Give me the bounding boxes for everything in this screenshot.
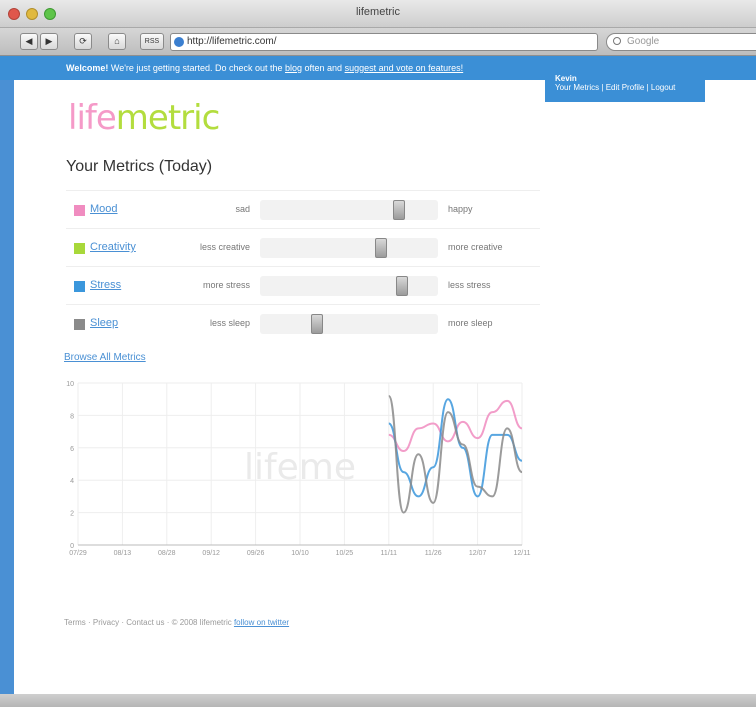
- metric-high-label: more creative: [448, 242, 503, 252]
- metric-name-link[interactable]: Creativity: [90, 241, 136, 253]
- status-bar: [0, 694, 756, 707]
- y-tick-label: 8: [70, 413, 74, 420]
- browse-all-metrics-link[interactable]: Browse All Metrics: [64, 352, 146, 363]
- rss-button[interactable]: RSS: [140, 33, 164, 50]
- x-tick-label: 12/07: [469, 550, 487, 557]
- slider-thumb[interactable]: [310, 314, 323, 334]
- metric-low-label: less creative: [199, 242, 250, 252]
- site-icon: [174, 37, 184, 47]
- welcome-middle: often and: [302, 63, 345, 73]
- browser-toolbar: ◀ ▶ ⟳ ⌂ RSS http://lifemetric.com/ Googl…: [0, 28, 756, 56]
- search-icon: [613, 37, 621, 45]
- metric-color-swatch: [74, 243, 85, 254]
- x-tick-label: 11/26: [425, 550, 442, 557]
- footer-links[interactable]: Terms · Privacy · Contact us: [64, 618, 164, 627]
- x-tick-label: 08/13: [114, 550, 132, 557]
- x-tick-label: 07/29: [69, 550, 87, 557]
- y-tick-label: 2: [70, 511, 74, 518]
- home-button[interactable]: ⌂: [108, 33, 126, 50]
- metric-slider[interactable]: [260, 238, 438, 258]
- x-tick-label: 10/25: [336, 550, 354, 557]
- x-tick-label: 09/26: [247, 550, 265, 557]
- y-tick-label: 0: [70, 543, 74, 550]
- x-tick-label: 08/28: [158, 550, 176, 557]
- welcome-prefix: Welcome!: [66, 63, 109, 73]
- search-field[interactable]: Google: [606, 33, 756, 51]
- back-button[interactable]: ◀: [20, 33, 38, 50]
- metric-name-link[interactable]: Stress: [90, 279, 121, 291]
- window-title: lifemetric: [355, 6, 400, 18]
- lifemetric-logo[interactable]: lifemetric: [68, 98, 220, 138]
- metric-color-swatch: [74, 319, 85, 330]
- series-line-sleep: [387, 394, 523, 514]
- slider-thumb[interactable]: [375, 238, 388, 258]
- metric-color-swatch: [74, 281, 85, 292]
- metric-high-label: less stress: [448, 280, 491, 290]
- x-tick-label: 09/12: [202, 550, 220, 557]
- metric-high-label: happy: [448, 204, 473, 214]
- user-name: Kevin: [555, 74, 577, 83]
- metric-row-sleep: Sleep less sleep more sleep: [66, 304, 540, 342]
- metric-row-stress: Stress more stress less stress: [66, 266, 540, 304]
- metric-low-label: less sleep: [209, 318, 250, 328]
- welcome-message: We're just getting started. Do check out…: [108, 63, 286, 73]
- x-tick-label: 10/10: [291, 550, 309, 557]
- window-titlebar: lifemetric: [0, 0, 756, 28]
- footer: Terms · Privacy · Contact us · © 2008 li…: [64, 618, 289, 627]
- user-menu: Kevin Your Metrics | Edit Profile | Logo…: [545, 70, 705, 102]
- reload-button[interactable]: ⟳: [74, 33, 92, 50]
- x-tick-label: 12/11: [514, 550, 531, 557]
- address-text: http://lifemetric.com/: [187, 36, 277, 47]
- suggest-features-link[interactable]: suggest and vote on features!: [345, 63, 464, 73]
- blog-link[interactable]: blog: [285, 63, 302, 73]
- metric-low-label: sad: [235, 204, 250, 214]
- page-title: Your Metrics (Today): [66, 158, 213, 175]
- y-tick-label: 10: [66, 381, 74, 388]
- y-tick-label: 6: [70, 446, 74, 453]
- search-placeholder: Google: [627, 36, 660, 47]
- metrics-chart: 0 2 4 6 8 10 07/29 08/13 08/28 09/12 09/26 10/10 10/…: [60, 375, 540, 575]
- metric-name-link[interactable]: Mood: [90, 203, 118, 215]
- metric-color-swatch: [74, 205, 85, 216]
- x-tick-label: 11/11: [381, 550, 398, 557]
- metric-high-label: more sleep: [448, 318, 493, 328]
- metrics-chart-svg: 0 2 4 6 8 10 07/29 08/13 08/28 09/12 09/26 10/10 10/…: [66, 381, 531, 557]
- metric-slider[interactable]: [260, 314, 438, 334]
- slider-thumb[interactable]: [392, 200, 405, 220]
- metric-slider[interactable]: [260, 200, 438, 220]
- metric-name-link[interactable]: Sleep: [90, 317, 118, 329]
- footer-credit: · © 2008 lifemetric: [164, 618, 234, 627]
- metric-row-mood: Mood sad happy: [66, 190, 540, 228]
- forward-button[interactable]: ▶: [40, 33, 58, 50]
- address-bar[interactable]: http://lifemetric.com/: [170, 33, 598, 51]
- twitter-link[interactable]: follow on twitter: [234, 618, 289, 627]
- metric-slider[interactable]: [260, 276, 438, 296]
- metric-row-creativity: Creativity less creative more creative: [66, 228, 540, 266]
- chart-watermark: lifeme: [244, 447, 356, 488]
- metric-low-label: more stress: [202, 280, 250, 290]
- slider-thumb[interactable]: [396, 276, 409, 296]
- y-tick-label: 4: [70, 478, 74, 485]
- user-menu-links[interactable]: Your Metrics | Edit Profile | Logout: [555, 83, 675, 92]
